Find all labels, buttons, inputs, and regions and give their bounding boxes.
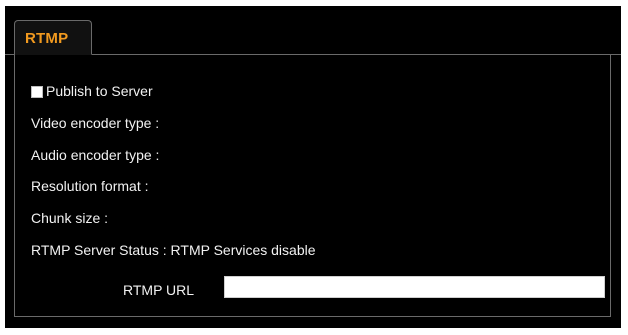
rtmp-settings-frame: RTMP Publish to Server Video encoder typ… — [5, 6, 621, 328]
tab-strip — [5, 6, 621, 55]
video-encoder-type-label: Video encoder type : — [31, 115, 160, 131]
audio-encoder-type-label: Audio encoder type : — [31, 147, 160, 163]
publish-to-server-checkbox[interactable] — [31, 86, 43, 98]
chunk-size-label: Chunk size : — [31, 210, 109, 226]
resolution-format-label: Resolution format : — [31, 178, 149, 194]
tab-rtmp[interactable]: RTMP — [14, 20, 92, 55]
rtmp-url-input[interactable] — [224, 276, 605, 298]
tab-rtmp-label: RTMP — [25, 30, 69, 47]
rtmp-server-status: RTMP Server Status : RTMP Services disab… — [31, 242, 316, 258]
rtmp-url-label: RTMP URL — [123, 282, 195, 298]
publish-to-server-label[interactable]: Publish to Server — [46, 83, 153, 99]
